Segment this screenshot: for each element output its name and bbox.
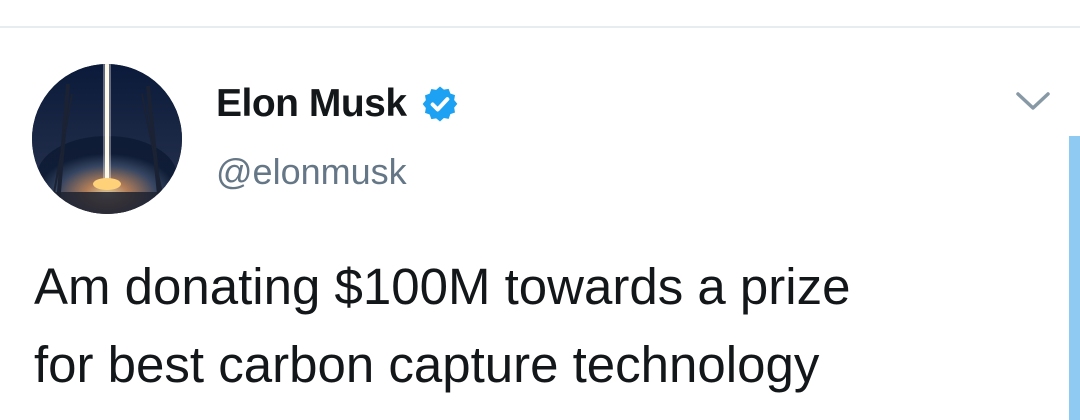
verified-badge-icon — [422, 86, 458, 122]
chevron-down-icon[interactable] — [1014, 88, 1052, 114]
top-divider — [0, 26, 1080, 28]
avatar[interactable] — [32, 64, 182, 214]
scroll-indicator[interactable] — [1069, 136, 1080, 420]
tweet-text: Am donating $100M towards a prize for be… — [34, 258, 851, 393]
user-handle[interactable]: @elonmusk — [216, 151, 407, 193]
display-name[interactable]: Elon Musk — [216, 82, 407, 126]
rocket-launch-avatar-icon — [32, 64, 182, 214]
